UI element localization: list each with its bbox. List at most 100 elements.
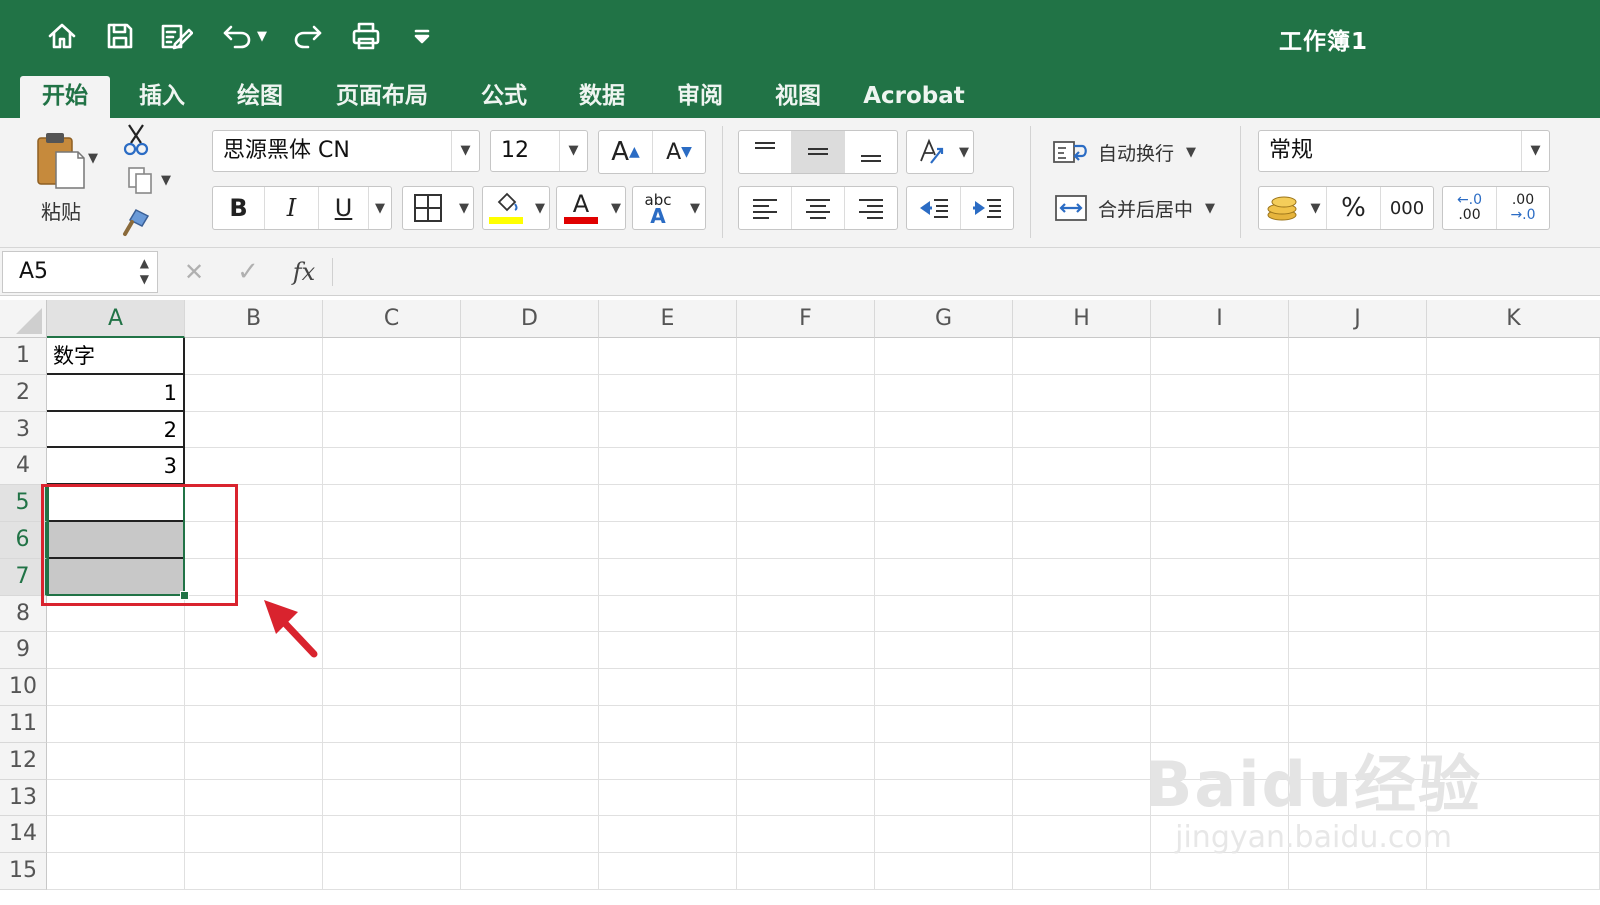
cell-f2[interactable] bbox=[737, 374, 875, 412]
tab-acrobat[interactable]: Acrobat bbox=[858, 76, 970, 118]
cell-e9[interactable] bbox=[599, 632, 737, 670]
customize-icon[interactable] bbox=[406, 16, 438, 56]
cell-d11[interactable] bbox=[461, 706, 599, 743]
cell-k9[interactable] bbox=[1427, 632, 1600, 670]
paste-button[interactable]: 粘贴 bbox=[18, 124, 104, 230]
column-header-k[interactable]: K bbox=[1427, 300, 1600, 338]
cell-h2[interactable] bbox=[1013, 374, 1151, 412]
cell-j1[interactable] bbox=[1289, 338, 1427, 375]
tab-home[interactable]: 开始 bbox=[20, 76, 110, 118]
name-box-stepper-icon[interactable]: ▲ ▼ bbox=[140, 255, 149, 287]
grow-font-button[interactable]: A ▲ bbox=[599, 131, 653, 173]
borders-dropdown-icon[interactable]: ▼ bbox=[453, 187, 475, 229]
cell-b12[interactable] bbox=[185, 742, 323, 780]
cell-j7[interactable] bbox=[1289, 558, 1427, 596]
cell-g2[interactable] bbox=[875, 374, 1013, 412]
underline-dropdown-icon[interactable]: ▼ bbox=[369, 187, 391, 229]
cell-d1[interactable] bbox=[461, 338, 599, 375]
cell-c12[interactable] bbox=[323, 742, 461, 780]
cell-e3[interactable] bbox=[599, 411, 737, 449]
phonetic-button[interactable]: abc A ▼ bbox=[632, 186, 706, 230]
cell-k3[interactable] bbox=[1427, 411, 1600, 449]
cell-i15[interactable] bbox=[1151, 853, 1289, 890]
cell-a10[interactable] bbox=[47, 669, 185, 706]
cell-j10[interactable] bbox=[1289, 669, 1427, 706]
home-icon[interactable] bbox=[42, 16, 82, 56]
cell-f3[interactable] bbox=[737, 411, 875, 449]
cell-g12[interactable] bbox=[875, 742, 1013, 780]
row-header-15[interactable]: 15 bbox=[0, 853, 47, 890]
align-bottom-button[interactable] bbox=[845, 131, 897, 173]
cell-d10[interactable] bbox=[461, 669, 599, 706]
cell-b14[interactable] bbox=[185, 816, 323, 854]
cell-a2[interactable]: 1 bbox=[47, 374, 185, 412]
cell-h4[interactable] bbox=[1013, 448, 1151, 486]
cell-f1[interactable] bbox=[737, 338, 875, 375]
align-center-button[interactable] bbox=[792, 187, 845, 229]
cell-d3[interactable] bbox=[461, 411, 599, 449]
cell-k1[interactable] bbox=[1427, 338, 1600, 375]
cell-b13[interactable] bbox=[185, 779, 323, 817]
accounting-format-button[interactable] bbox=[1259, 187, 1305, 229]
cell-c2[interactable] bbox=[323, 374, 461, 412]
cell-h5[interactable] bbox=[1013, 485, 1151, 522]
row-header-2[interactable]: 2 bbox=[0, 374, 47, 412]
row-header-5[interactable]: 5 bbox=[0, 485, 47, 522]
cell-h10[interactable] bbox=[1013, 669, 1151, 706]
cell-d8[interactable] bbox=[461, 595, 599, 633]
cell-h13[interactable] bbox=[1013, 779, 1151, 817]
cell-b4[interactable] bbox=[185, 448, 323, 486]
cut-icon[interactable] bbox=[118, 122, 154, 158]
cell-g4[interactable] bbox=[875, 448, 1013, 486]
cell-k4[interactable] bbox=[1427, 448, 1600, 486]
cell-f14[interactable] bbox=[737, 816, 875, 854]
cell-h15[interactable] bbox=[1013, 853, 1151, 890]
cell-i7[interactable] bbox=[1151, 558, 1289, 596]
row-header-13[interactable]: 13 bbox=[0, 779, 47, 817]
fill-color-button[interactable]: ▼ bbox=[482, 186, 550, 230]
undo-icon[interactable]: ▼ bbox=[214, 16, 274, 56]
copy-icon[interactable]: ▼ bbox=[118, 162, 178, 198]
cell-c10[interactable] bbox=[323, 669, 461, 706]
font-color-button[interactable]: A ▼ bbox=[556, 186, 626, 230]
cell-a15[interactable] bbox=[47, 853, 185, 890]
cell-k6[interactable] bbox=[1427, 522, 1600, 559]
number-format-dropdown-icon[interactable]: ▼ bbox=[1521, 131, 1549, 171]
cell-e1[interactable] bbox=[599, 338, 737, 375]
cell-k7[interactable] bbox=[1427, 558, 1600, 596]
cell-i4[interactable] bbox=[1151, 448, 1289, 486]
bold-button[interactable]: B bbox=[213, 187, 265, 229]
tab-formulas[interactable]: 公式 bbox=[466, 76, 542, 118]
cell-k10[interactable] bbox=[1427, 669, 1600, 706]
font-name-select[interactable]: 思源黑体 CN ▼ bbox=[212, 130, 480, 172]
cell-h12[interactable] bbox=[1013, 742, 1151, 780]
paste-dropdown[interactable]: ▼ bbox=[86, 148, 100, 168]
number-format-select[interactable]: 常规 ▼ bbox=[1258, 130, 1550, 172]
cell-g1[interactable] bbox=[875, 338, 1013, 375]
tab-review[interactable]: 审阅 bbox=[662, 76, 738, 118]
cell-k8[interactable] bbox=[1427, 595, 1600, 633]
font-name-dropdown-icon[interactable]: ▼ bbox=[451, 131, 479, 171]
tab-insert[interactable]: 插入 bbox=[124, 76, 200, 118]
tab-page-layout[interactable]: 页面布局 bbox=[320, 76, 444, 118]
italic-button[interactable]: I bbox=[265, 187, 319, 229]
tab-draw[interactable]: 绘图 bbox=[222, 76, 298, 118]
align-left-button[interactable] bbox=[739, 187, 792, 229]
edit-icon[interactable] bbox=[156, 16, 196, 56]
cell-d6[interactable] bbox=[461, 522, 599, 559]
row-header-7[interactable]: 7 bbox=[0, 558, 47, 596]
cell-g8[interactable] bbox=[875, 595, 1013, 633]
orientation-dropdown-icon[interactable]: ▼ bbox=[953, 131, 975, 173]
cell-i3[interactable] bbox=[1151, 411, 1289, 449]
orientation-button[interactable]: ▼ bbox=[906, 130, 974, 174]
cell-i1[interactable] bbox=[1151, 338, 1289, 375]
cell-g5[interactable] bbox=[875, 485, 1013, 522]
cell-j6[interactable] bbox=[1289, 522, 1427, 559]
cell-j5[interactable] bbox=[1289, 485, 1427, 522]
cell-d13[interactable] bbox=[461, 779, 599, 817]
shrink-font-button[interactable]: A ▼ bbox=[653, 131, 705, 173]
cell-g6[interactable] bbox=[875, 522, 1013, 559]
row-header-14[interactable]: 14 bbox=[0, 816, 47, 854]
cell-d9[interactable] bbox=[461, 632, 599, 670]
cell-h3[interactable] bbox=[1013, 411, 1151, 449]
